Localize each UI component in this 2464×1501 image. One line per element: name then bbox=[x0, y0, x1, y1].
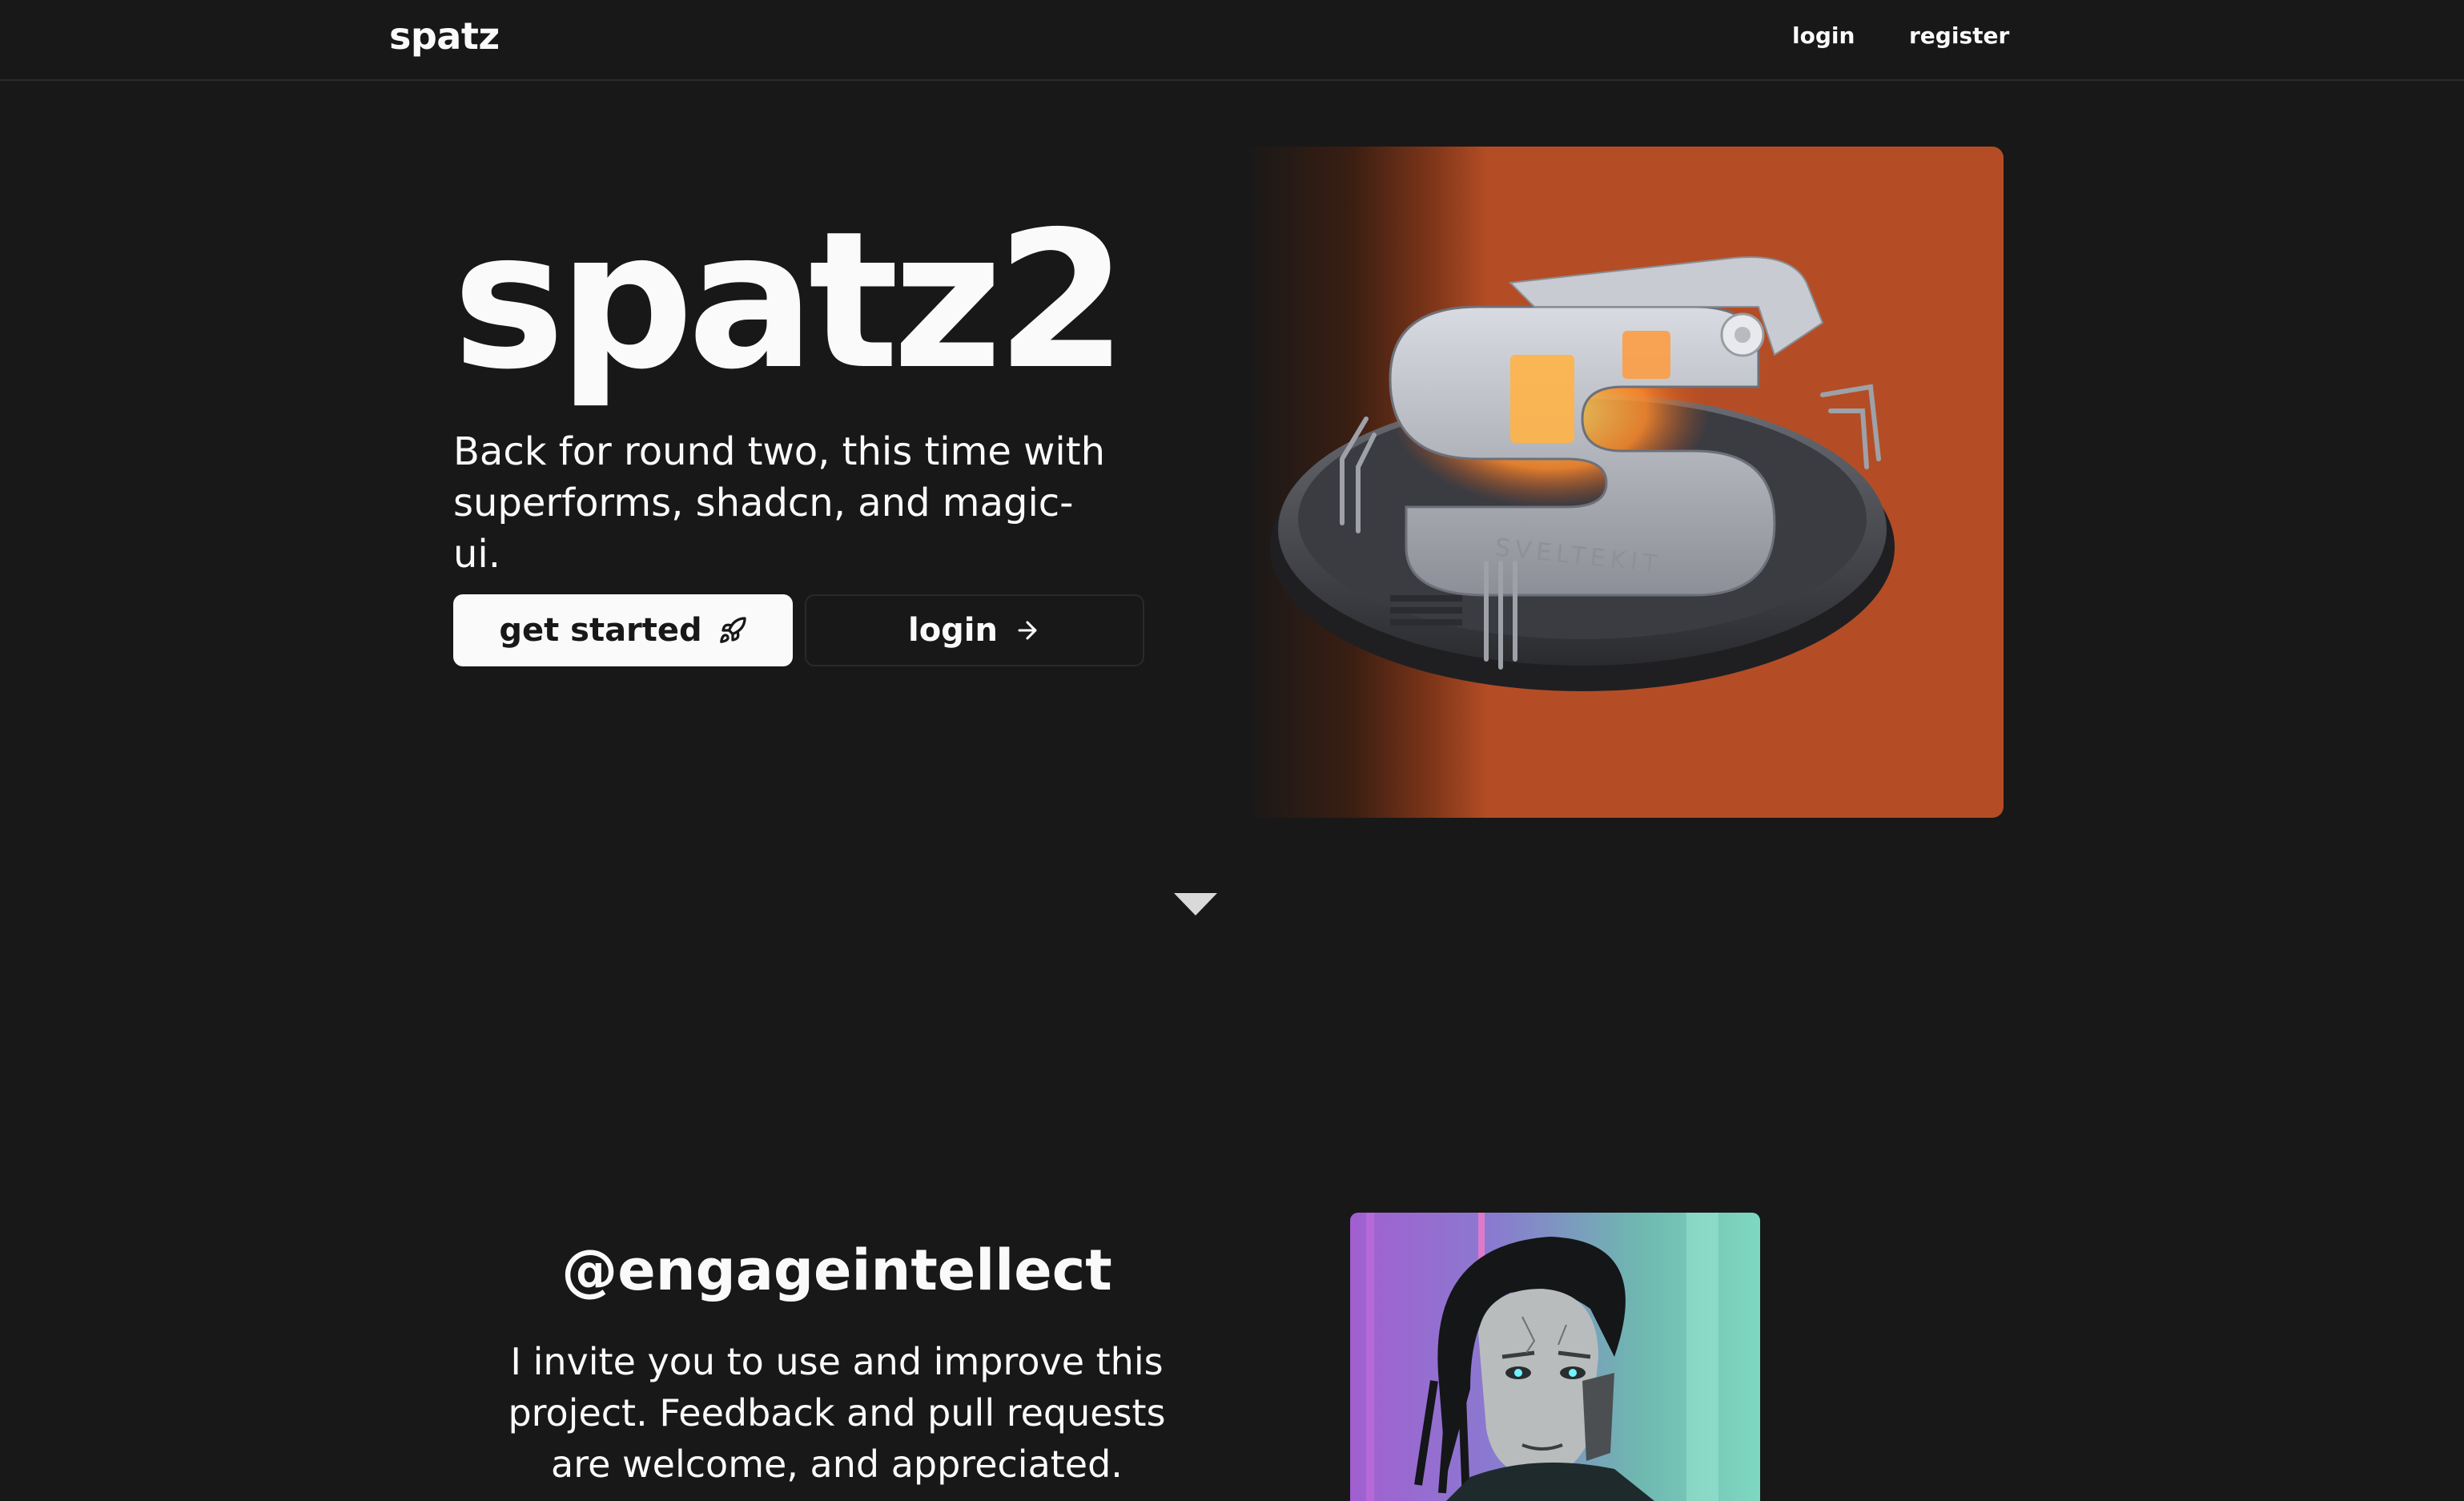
login-button[interactable]: login bbox=[805, 594, 1144, 666]
get-started-label: get started bbox=[499, 612, 702, 649]
brand-logo[interactable]: spatz bbox=[389, 14, 500, 58]
author-avatar bbox=[1350, 1213, 1760, 1501]
author-blurb: I invite you to use and improve this pro… bbox=[508, 1340, 1166, 1486]
rocket-icon bbox=[718, 616, 747, 645]
author-handle: @engageintellect bbox=[561, 1237, 1112, 1303]
login-button-label: login bbox=[907, 612, 998, 649]
nav-login-link[interactable]: login bbox=[1792, 22, 1855, 49]
arrow-right-icon bbox=[1014, 617, 1041, 644]
nav-register-link[interactable]: register bbox=[1909, 22, 2009, 49]
get-started-button[interactable]: get started bbox=[453, 594, 793, 666]
hero-image: SVELTEKIT bbox=[1246, 147, 2004, 818]
hero-tagline: Back for round two, this time with super… bbox=[453, 429, 1106, 577]
chevron-down-icon[interactable] bbox=[1174, 891, 1217, 919]
top-nav: spatz login register bbox=[0, 0, 2464, 81]
sveltekit-s-logo-illustration: SVELTEKIT bbox=[1270, 256, 1895, 691]
hero-title: spatz2 bbox=[452, 191, 1127, 411]
